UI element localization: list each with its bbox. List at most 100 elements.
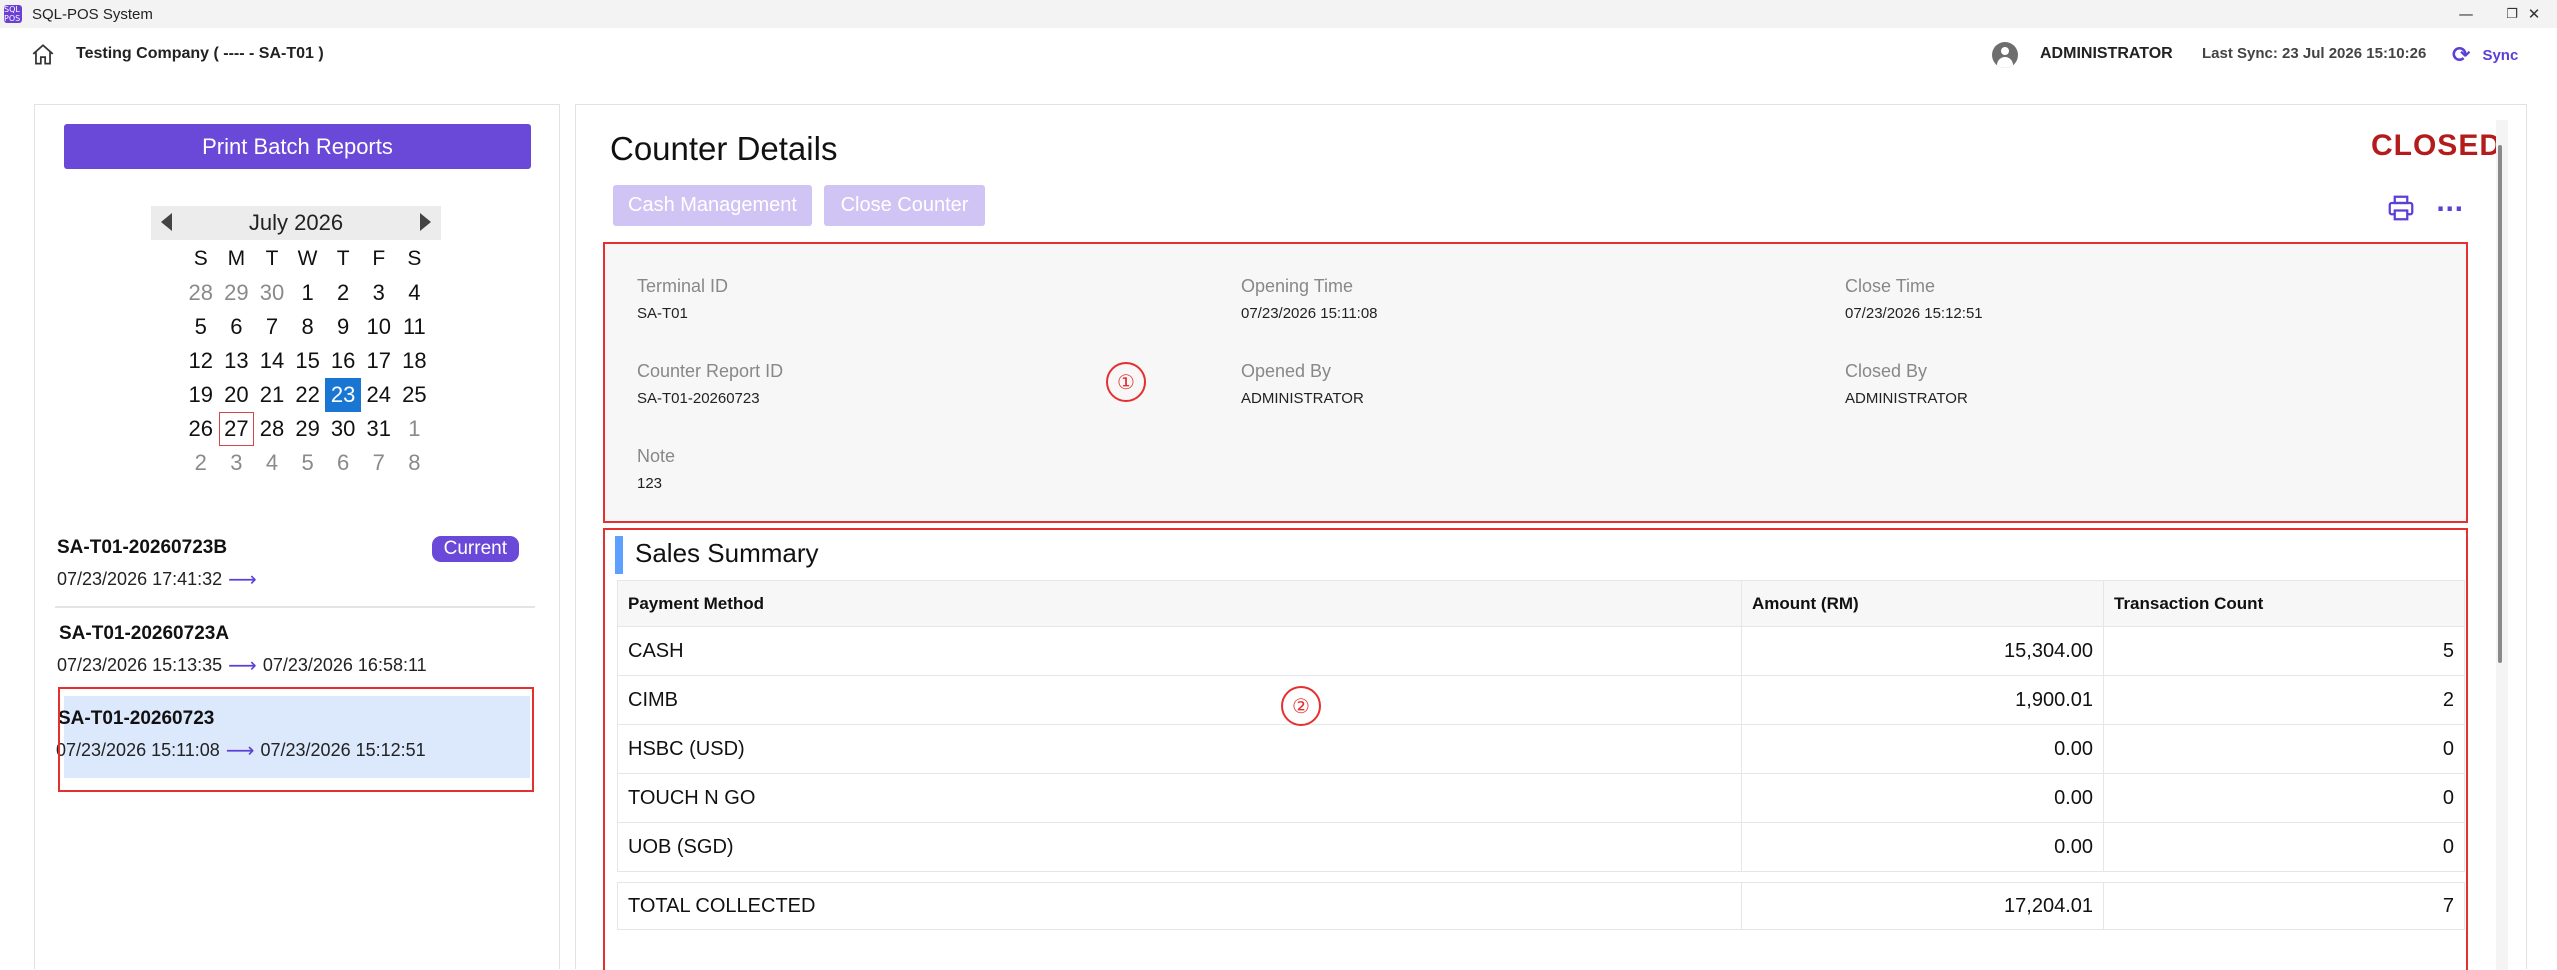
amount-cell: 0.00 xyxy=(1741,725,2103,773)
more-options-icon[interactable]: ··· xyxy=(2436,195,2463,223)
calendar-day[interactable]: 7 xyxy=(361,446,397,480)
home-icon[interactable] xyxy=(30,42,56,68)
calendar-day[interactable]: 6 xyxy=(219,310,255,344)
calendar-prev-icon[interactable] xyxy=(161,213,172,231)
calendar-day[interactable]: 5 xyxy=(183,310,219,344)
calendar-day[interactable]: 29 xyxy=(290,412,326,446)
total-label-cell: TOTAL COLLECTED xyxy=(617,883,1741,929)
calendar-day[interactable]: 2 xyxy=(325,276,361,310)
close-counter-button[interactable]: Close Counter xyxy=(824,185,985,226)
calendar-day[interactable]: 28 xyxy=(254,412,290,446)
calendar-month-label[interactable]: July 2026 xyxy=(249,210,343,236)
calendar-day[interactable]: 19 xyxy=(183,378,219,412)
calendar-next-icon[interactable] xyxy=(420,213,431,231)
close-window-button[interactable]: ✕ xyxy=(2511,0,2557,28)
calendar-weekday: F xyxy=(372,247,386,270)
opening-time-value: 07/23/2026 15:11:08 xyxy=(1241,305,1378,322)
calendar-day[interactable]: 1 xyxy=(290,276,326,310)
calendar-day[interactable]: 30 xyxy=(254,276,290,310)
sync-icon: ⟳ xyxy=(2452,42,2471,68)
calendar-day[interactable]: 8 xyxy=(397,446,433,480)
scrollbar-thumb[interactable] xyxy=(2498,145,2502,663)
calendar-day-today[interactable]: 27 xyxy=(218,412,255,446)
calendar-day[interactable]: 18 xyxy=(397,344,433,378)
minimize-button[interactable]: — xyxy=(2443,0,2489,28)
page-title: Counter Details xyxy=(610,130,838,167)
calendar-day[interactable]: 28 xyxy=(183,276,219,310)
calendar-day-selected[interactable]: 23 xyxy=(325,378,361,412)
payment-method-cell: CASH xyxy=(617,627,1741,675)
sync-button[interactable]: ⟳ Sync xyxy=(2452,40,2518,70)
current-badge: Current xyxy=(431,536,519,562)
calendar-day[interactable]: 25 xyxy=(397,378,433,412)
calendar-day[interactable]: 31 xyxy=(361,412,397,446)
close-time-label: Close Time xyxy=(1845,276,1936,296)
calendar-week-row: 12 13 14 15 16 17 18 xyxy=(183,344,433,378)
annotation-highlight-box xyxy=(58,687,534,792)
closed-by-field: Closed By ADMINISTRATOR xyxy=(1845,361,1968,407)
count-cell: 0 xyxy=(2103,774,2465,822)
calendar-day[interactable]: 3 xyxy=(219,446,255,480)
calendar-day[interactable]: 10 xyxy=(361,310,397,344)
calendar-day[interactable]: 11 xyxy=(397,310,433,344)
company-name: Testing Company ( ---- - SA-T01 ) xyxy=(76,45,324,62)
calendar-day[interactable]: 21 xyxy=(254,378,290,412)
calendar-week-row: 5 6 7 8 9 10 11 xyxy=(183,310,433,344)
calendar-day[interactable]: 12 xyxy=(183,344,219,378)
report-time-range: 07/23/2026 15:13:35 ⟶ 07/23/2026 16:58:1… xyxy=(57,653,427,677)
close-time-field: Close Time 07/23/2026 15:12:51 xyxy=(1845,276,1983,322)
cash-management-button[interactable]: Cash Management xyxy=(613,185,812,226)
report-list-item[interactable]: SA-T01-20260723A 07/23/2026 15:13:35 ⟶ 0… xyxy=(45,611,545,691)
calendar-day[interactable]: 3 xyxy=(361,276,397,310)
total-count-cell: 7 xyxy=(2103,883,2465,929)
calendar-day[interactable]: 29 xyxy=(219,276,255,310)
counter-report-id-label: Counter Report ID xyxy=(637,361,784,381)
note-label: Note xyxy=(637,446,676,466)
sales-summary-section: Sales Summary Payment Method Amount (RM)… xyxy=(603,528,2468,970)
calendar-weekday: S xyxy=(407,247,422,270)
calendar-day[interactable]: 16 xyxy=(325,344,361,378)
payment-method-cell: CIMB xyxy=(617,676,1741,724)
total-amount-cell: 17,204.01 xyxy=(1741,883,2103,929)
terminal-id-field: Terminal ID SA-T01 xyxy=(637,276,728,322)
calendar-day[interactable]: 14 xyxy=(254,344,290,378)
calendar-day[interactable]: 2 xyxy=(183,446,219,480)
calendar-week-row: 2345678 xyxy=(183,446,433,480)
calendar-day[interactable]: 20 xyxy=(219,378,255,412)
calendar-day[interactable]: 13 xyxy=(219,344,255,378)
calendar-day[interactable]: 4 xyxy=(397,276,433,310)
calendar-day[interactable]: 15 xyxy=(290,344,326,378)
scrollbar[interactable] xyxy=(2496,120,2508,970)
calendar-day[interactable]: 8 xyxy=(290,310,326,344)
calendar-day[interactable]: 26 xyxy=(183,412,219,446)
calendar-day[interactable]: 30 xyxy=(325,412,361,446)
amount-cell: 15,304.00 xyxy=(1741,627,2103,675)
calendar-day[interactable]: 4 xyxy=(254,446,290,480)
report-id: SA-T01-20260723A xyxy=(59,623,230,644)
report-start-time: 07/23/2026 15:13:35 xyxy=(57,654,223,675)
calendar-weekday: T xyxy=(265,247,279,270)
divider xyxy=(55,606,535,608)
opening-time-field: Opening Time 07/23/2026 15:11:08 xyxy=(1241,276,1378,322)
calendar-day[interactable]: 22 xyxy=(290,378,326,412)
calendar-week-row: 28 29 30 1 2 3 4 xyxy=(183,276,433,310)
column-header-transaction-count: Transaction Count xyxy=(2103,581,2465,626)
count-cell: 5 xyxy=(2103,627,2465,675)
table-row: HSBC (USD) 0.00 0 xyxy=(617,725,2465,774)
calendar-day[interactable]: 24 xyxy=(361,378,397,412)
title-bar: SQL POS SQL-POS System — ❐ ✕ xyxy=(0,0,2557,28)
calendar-day[interactable]: 1 xyxy=(397,412,433,446)
note-value: 123 xyxy=(637,475,663,492)
calendar-day[interactable]: 6 xyxy=(325,446,361,480)
close-time-value: 07/23/2026 15:12:51 xyxy=(1845,305,1983,322)
calendar-day[interactable]: 9 xyxy=(325,310,361,344)
avatar[interactable] xyxy=(1992,42,2018,68)
calendar-day[interactable]: 17 xyxy=(361,344,397,378)
calendar-header: July 2026 xyxy=(151,206,441,240)
printer-icon[interactable] xyxy=(2386,193,2416,223)
print-batch-reports-button[interactable]: Print Batch Reports xyxy=(64,124,531,169)
calendar-day[interactable]: 5 xyxy=(290,446,326,480)
calendar-weekday: W xyxy=(297,247,318,270)
report-list-item[interactable]: SA-T01-20260723B Current 07/23/2026 17:4… xyxy=(45,525,545,605)
calendar-day[interactable]: 7 xyxy=(254,310,290,344)
